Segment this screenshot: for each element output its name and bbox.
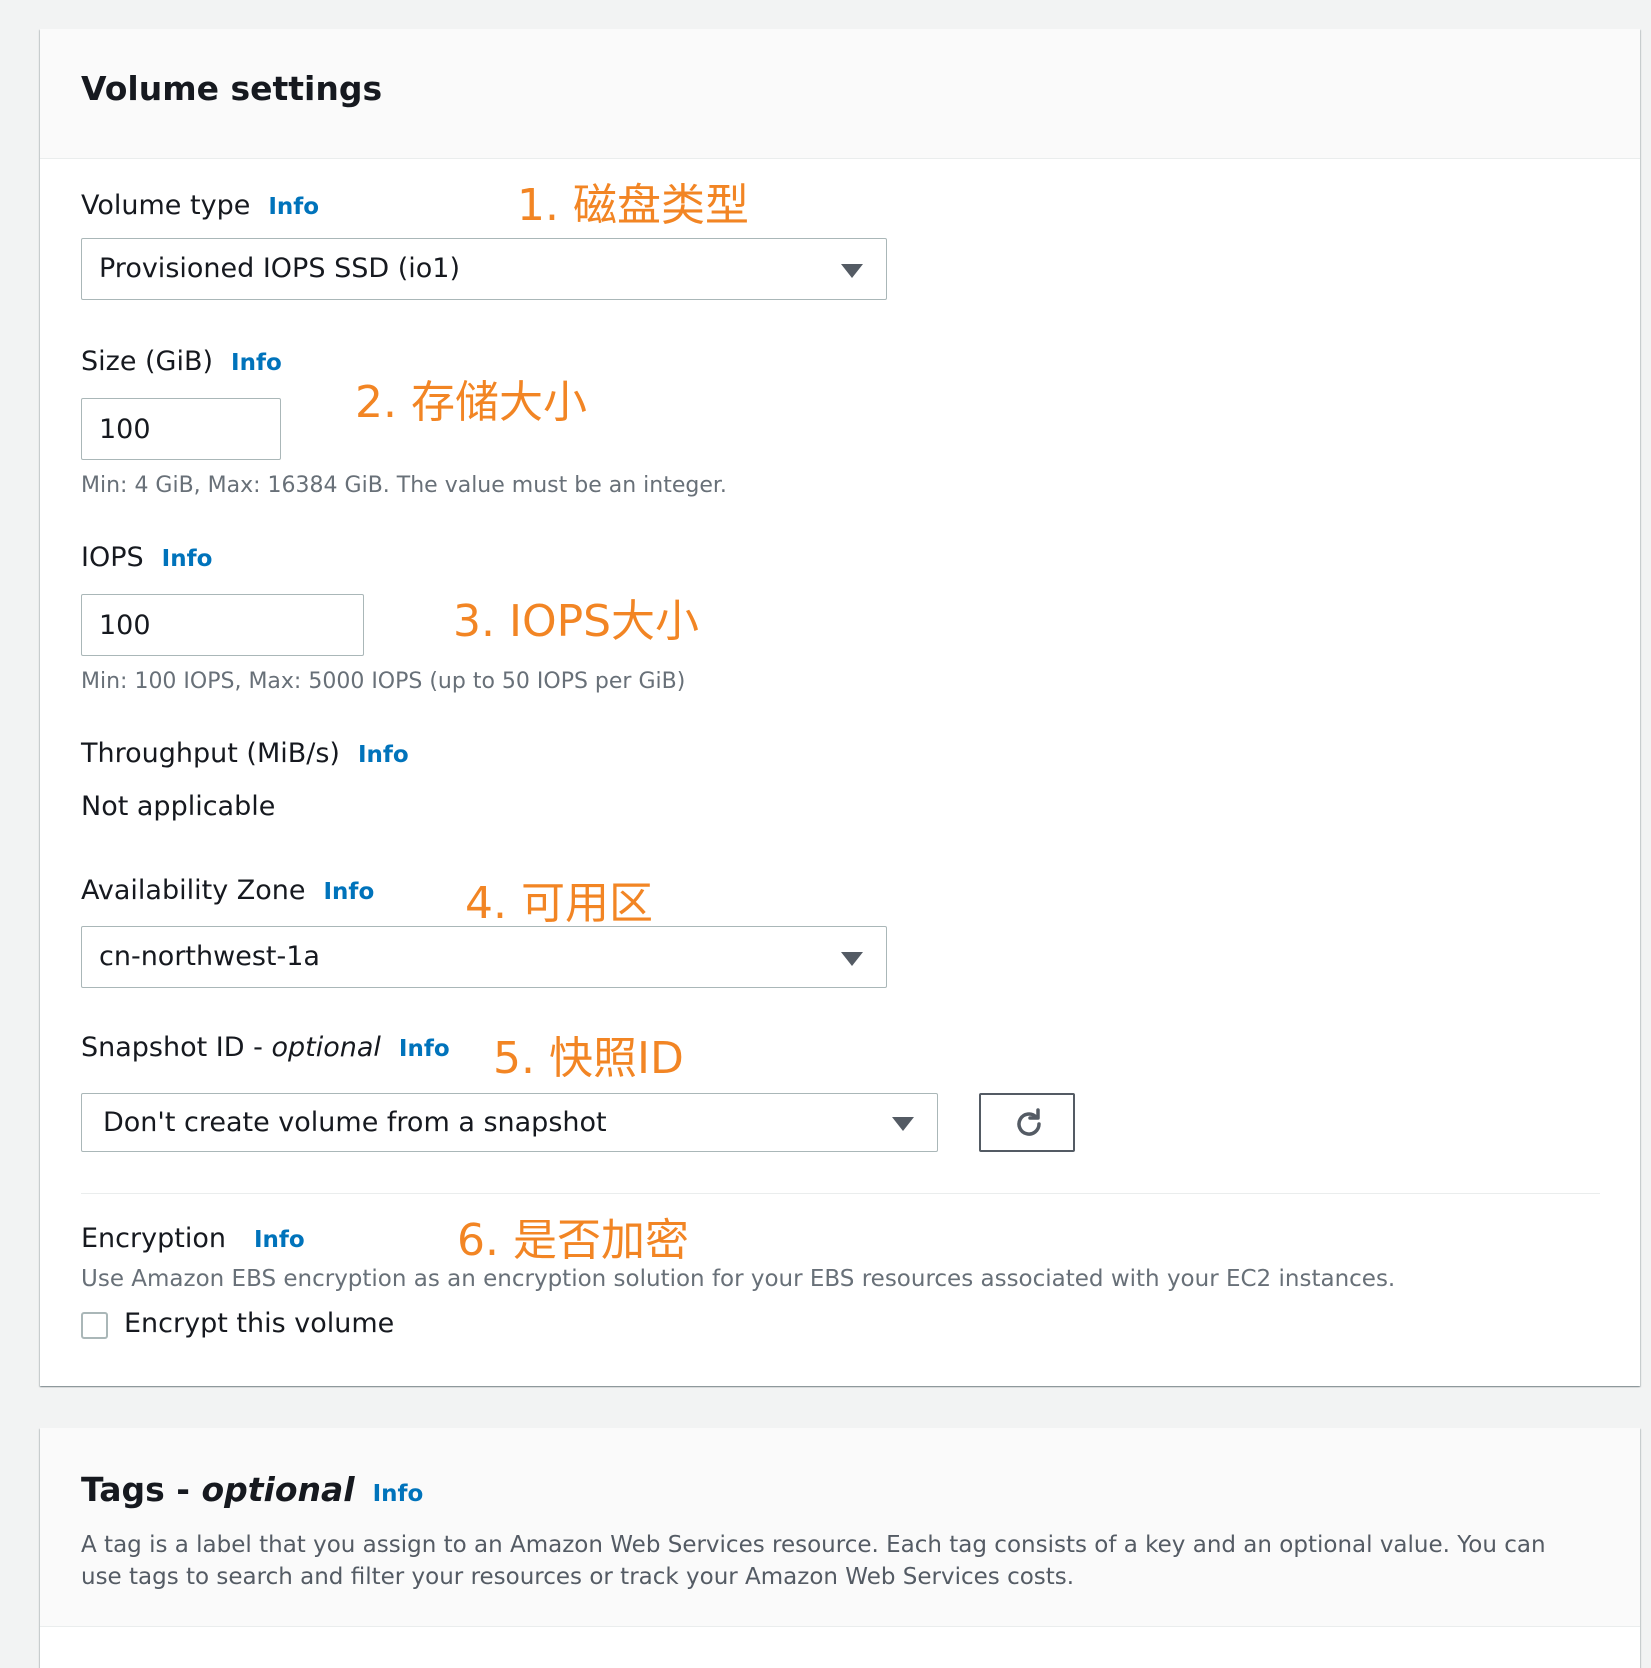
encrypt-volume-label[interactable]: Encrypt this volume — [124, 1307, 394, 1341]
encryption-label-row: Encryption Info — [81, 1222, 305, 1257]
tags-description: A tag is a label that you assign to an A… — [81, 1532, 1546, 1590]
tags-panel: Tags - optional Info A tag is a label tha… — [40, 1428, 1640, 1668]
availability-zone-label: Availability Zone — [81, 875, 306, 906]
volume-settings-panel: Volume settings Volume type Info 1. 磁盘类型 … — [40, 29, 1640, 1386]
tags-title: Tags - — [81, 1470, 202, 1509]
size-info-link[interactable]: Info — [231, 350, 282, 376]
annotation-encryption: 6. 是否加密 — [457, 1215, 689, 1266]
availability-zone-value: cn-northwest-1a — [99, 941, 320, 972]
encryption-info-link[interactable]: Info — [254, 1227, 305, 1253]
chevron-down-icon — [841, 264, 863, 278]
size-input[interactable] — [81, 398, 281, 460]
throughput-value: Not applicable — [81, 791, 276, 822]
availability-zone-label-row: Availability Zone Info — [81, 874, 374, 909]
iops-input[interactable] — [81, 594, 364, 656]
refresh-icon — [1017, 1108, 1041, 1136]
size-label: Size (GiB) — [81, 346, 214, 377]
availability-zone-select[interactable]: cn-northwest-1a — [81, 926, 887, 988]
volume-type-label-row: Volume type Info — [81, 189, 319, 224]
encryption-description: Use Amazon EBS encryption as an encrypti… — [81, 1266, 1396, 1292]
iops-info-link[interactable]: Info — [162, 546, 213, 572]
annotation-availability-zone: 4. 可用区 — [465, 878, 653, 929]
annotation-snapshot: 5. 快照ID — [493, 1033, 684, 1084]
size-label-row: Size (GiB) Info — [81, 345, 282, 380]
volume-settings-title: Volume settings — [81, 69, 383, 108]
snapshot-info-link[interactable]: Info — [399, 1036, 450, 1062]
encrypt-volume-checkbox[interactable] — [81, 1312, 108, 1339]
tags-info-link[interactable]: Info — [373, 1481, 424, 1507]
tags-header — [40, 1428, 1640, 1627]
snapshot-value: Don't create volume from a snapshot — [103, 1107, 607, 1138]
chevron-down-icon — [841, 952, 863, 966]
volume-type-value: Provisioned IOPS SSD (io1) — [99, 253, 460, 284]
iops-label-row: IOPS Info — [81, 541, 212, 576]
availability-zone-info-link[interactable]: Info — [324, 879, 375, 905]
volume-type-info-link[interactable]: Info — [268, 194, 319, 220]
volume-type-label: Volume type — [81, 190, 251, 221]
throughput-info-link[interactable]: Info — [358, 742, 409, 768]
snapshot-select[interactable]: Don't create volume from a snapshot — [81, 1093, 938, 1152]
annotation-iops: 3. IOPS大小 — [453, 596, 700, 647]
encryption-label: Encryption — [81, 1223, 226, 1254]
tags-title-row: Tags - optional Info — [81, 1470, 423, 1514]
throughput-label: Throughput (MiB/s) — [81, 738, 340, 769]
throughput-label-row: Throughput (MiB/s) Info — [81, 737, 409, 772]
divider — [81, 1193, 1600, 1194]
chevron-down-icon — [892, 1117, 914, 1131]
annotation-volume-type: 1. 磁盘类型 — [517, 180, 749, 231]
iops-hint: Min: 100 IOPS, Max: 5000 IOPS (up to 50 … — [81, 669, 686, 694]
snapshot-label-optional: optional — [271, 1032, 381, 1063]
snapshot-label-row: Snapshot ID - optional Info — [81, 1031, 450, 1066]
volume-type-select[interactable]: Provisioned IOPS SSD (io1) — [81, 238, 887, 300]
tags-title-optional: optional — [201, 1470, 355, 1509]
annotation-size: 2. 存储大小 — [355, 377, 587, 428]
iops-label: IOPS — [81, 542, 144, 573]
refresh-snapshots-button[interactable] — [979, 1093, 1075, 1152]
snapshot-label: Snapshot ID - — [81, 1032, 272, 1063]
size-hint: Min: 4 GiB, Max: 16384 GiB. The value mu… — [81, 473, 727, 498]
